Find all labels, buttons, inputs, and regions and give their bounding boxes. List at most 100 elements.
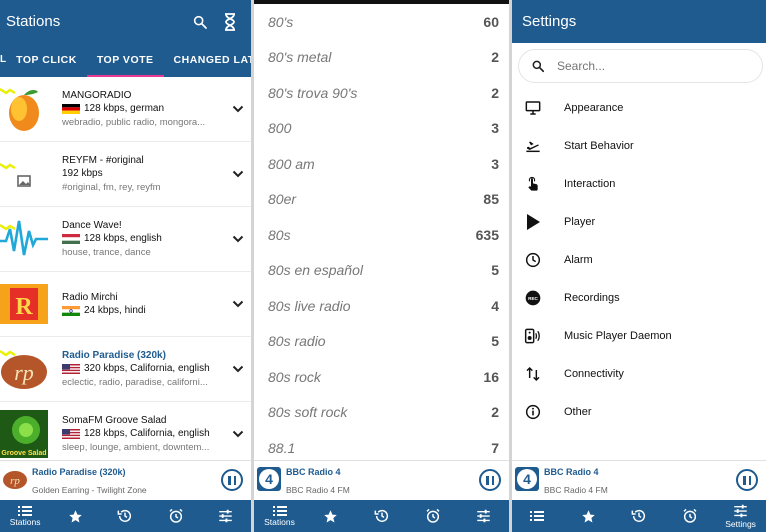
settings-item-label: Player <box>564 216 596 228</box>
tag-name: 80s <box>268 226 291 243</box>
tab-changed-lately[interactable]: CHANGED LATE <box>164 43 251 77</box>
tag-row[interactable]: 80s rock 16 <box>254 359 509 395</box>
chevron-down-icon <box>232 170 244 178</box>
nav-stations[interactable]: Stations <box>257 500 303 532</box>
tag-count: 85 <box>483 191 499 208</box>
search-button[interactable] <box>185 7 215 37</box>
nav-stations[interactable]: Stations <box>2 500 48 532</box>
expand-button[interactable] <box>225 105 251 113</box>
tab-top-vote[interactable]: TOP VOTE <box>86 43 164 77</box>
tag-name: 80s live radio <box>268 297 351 314</box>
nav-stations-label: Stations <box>9 516 41 527</box>
nav-favorites[interactable] <box>52 500 98 532</box>
settings-item-mpd[interactable]: Music Player Daemon <box>512 317 766 355</box>
station-row[interactable]: MANGORADIO 128 kbps, german webradio, pu… <box>0 77 251 142</box>
hourglass-icon <box>225 12 235 31</box>
station-name: MANGORADIO <box>62 90 132 101</box>
station-tags: eclectic, radio, paradise, californi... <box>62 377 208 388</box>
settings-item-other[interactable]: Other <box>512 393 766 431</box>
timer-button[interactable] <box>215 7 245 37</box>
tag-row[interactable]: 80s 635 <box>254 217 509 253</box>
tag-row[interactable]: 80s en español 5 <box>254 253 509 289</box>
nav-favorites[interactable] <box>308 500 354 532</box>
station-row[interactable]: REYFM - #original 192 kbps #original, fm… <box>0 142 251 207</box>
tag-list: 80's 60 80's metal 2 80's trova 90's 2 800 3… <box>254 0 509 459</box>
tag-row[interactable]: 80's metal 2 <box>254 40 509 76</box>
station-name: Radio Paradise (320k) <box>62 350 166 361</box>
tag-row[interactable]: 80s radio 5 <box>254 324 509 360</box>
expand-button[interactable] <box>225 365 251 373</box>
search-input[interactable] <box>557 59 727 73</box>
nav-alarm[interactable] <box>667 500 713 532</box>
tag-count: 2 <box>491 84 499 101</box>
mirchi-logo-text: R <box>15 294 33 320</box>
settings-item-alarm[interactable]: Alarm <box>512 241 766 279</box>
bottom-nav: Settings <box>512 500 766 532</box>
station-row[interactable]: rp Radio Paradise (320k) 320 kbps, Calif… <box>0 337 251 402</box>
player-subtitle: BBC Radio 4 FM <box>544 485 608 495</box>
settings-item-appearance[interactable]: Appearance <box>512 89 766 127</box>
mini-player[interactable]: 4 BBC Radio 4 BBC Radio 4 FM <box>254 460 509 500</box>
star-icon <box>581 509 595 522</box>
nav-alarm[interactable] <box>410 500 456 532</box>
station-tags: sleep, lounge, ambient, downtem... <box>62 442 210 453</box>
touch-app-icon <box>528 176 538 191</box>
station-row[interactable]: R Radio Mirchi 24 kbps, hindi <box>0 272 251 337</box>
nav-settings[interactable] <box>461 500 507 532</box>
expand-button[interactable] <box>225 235 251 243</box>
star-icon <box>69 509 82 522</box>
settings-item-label: Music Player Daemon <box>564 330 672 342</box>
tag-row[interactable]: 80s live radio 4 <box>254 288 509 324</box>
expand-button[interactable] <box>225 170 251 178</box>
pause-button[interactable] <box>221 469 243 491</box>
tune-icon <box>734 504 747 517</box>
chevron-down-icon <box>232 365 244 373</box>
nav-history[interactable] <box>359 500 405 532</box>
settings-item-player[interactable]: Player <box>512 203 766 241</box>
pause-icon <box>743 475 746 485</box>
history-icon <box>631 509 646 522</box>
nav-alarm[interactable] <box>153 500 199 532</box>
mini-player[interactable]: 4 BBC Radio 4 BBC Radio 4 FM <box>512 460 766 500</box>
expand-button[interactable] <box>225 300 251 308</box>
tune-icon <box>477 509 490 523</box>
nav-favorites[interactable] <box>565 500 611 532</box>
tag-row[interactable]: 80s soft rock 2 <box>254 395 509 431</box>
tab-top-click[interactable]: TOP CLICK <box>6 43 87 77</box>
bottom-nav: Stations <box>254 500 509 532</box>
station-meta: 192 kbps <box>62 168 103 179</box>
nav-stations[interactable] <box>514 500 560 532</box>
station-row[interactable]: Groove Salad SomaFM Groove Salad 128 kbp… <box>0 402 251 459</box>
tag-name: 80's trova 90's <box>268 84 358 101</box>
flag-usa-icon <box>62 428 80 439</box>
tag-row[interactable]: 80's 60 <box>254 4 509 40</box>
expand-button[interactable] <box>225 430 251 438</box>
chevron-down-icon <box>232 235 244 243</box>
settings-item-label: Appearance <box>564 102 624 114</box>
tag-row[interactable]: 80er 85 <box>254 182 509 218</box>
nav-settings[interactable]: Settings <box>718 500 764 532</box>
station-name: REYFM - #original <box>62 155 144 166</box>
settings-item-recordings[interactable]: REC Recordings <box>512 279 766 317</box>
paradise-logo-icon: rp <box>0 350 47 389</box>
tag-row[interactable]: 800 3 <box>254 111 509 147</box>
settings-item-start-behavior[interactable]: Start Behavior <box>512 127 766 165</box>
nav-history[interactable] <box>616 500 662 532</box>
player-station-logo: rp <box>3 471 27 489</box>
settings-search[interactable] <box>518 49 763 83</box>
tag-row[interactable]: 80's trova 90's 2 <box>254 75 509 111</box>
pause-button[interactable] <box>736 469 758 491</box>
play-icon <box>527 214 540 230</box>
station-name: Dance Wave! <box>62 220 122 231</box>
nav-settings[interactable] <box>203 500 249 532</box>
settings-screen: Settings Appearance Start Behavior Inter… <box>512 0 766 532</box>
station-row[interactable]: Dance Wave! 128 kbps, english house, tra… <box>0 207 251 272</box>
tag-row[interactable]: 88.1 7 <box>254 430 509 459</box>
nav-history[interactable] <box>102 500 148 532</box>
tag-row[interactable]: 800 am 3 <box>254 146 509 182</box>
settings-item-interaction[interactable]: Interaction <box>512 165 766 203</box>
mini-player[interactable]: rp Radio Paradise (320k) Golden Earring … <box>0 460 251 500</box>
settings-item-label: Other <box>564 406 592 418</box>
pause-button[interactable] <box>479 469 501 491</box>
settings-item-connectivity[interactable]: Connectivity <box>512 355 766 393</box>
